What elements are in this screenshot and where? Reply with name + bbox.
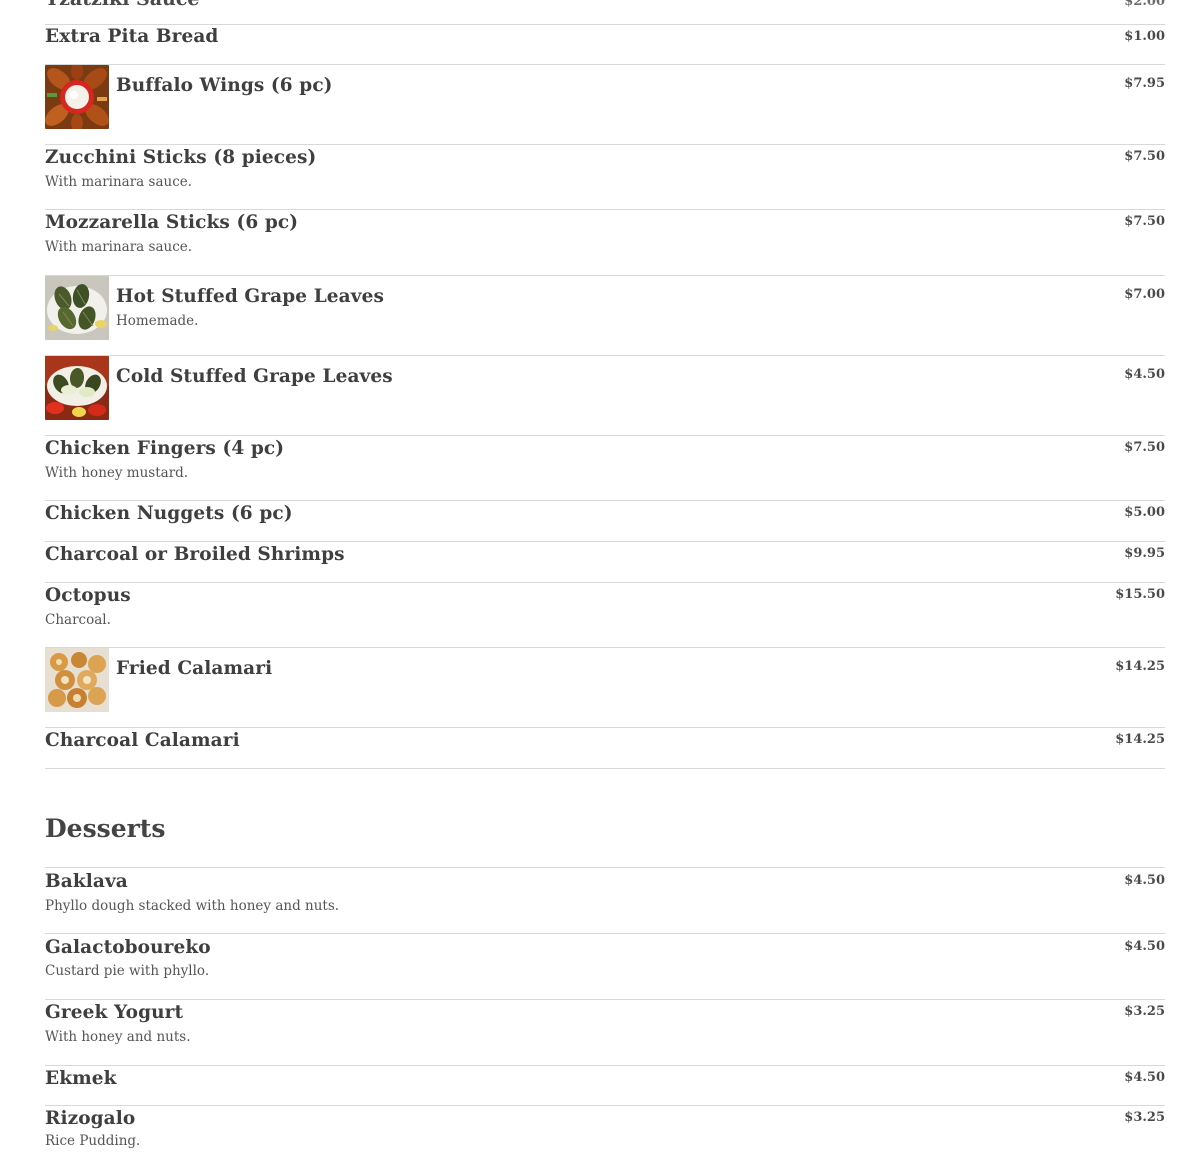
menu-item[interactable]: Galactoboureko Custard pie with phyllo. … <box>45 935 1165 1000</box>
menu-item[interactable]: Rizogalo Rice Pudding. $3.25 <box>45 1106 1165 1166</box>
item-price: $9.95 <box>1124 546 1165 561</box>
item-name: Galactoboureko <box>45 937 211 958</box>
item-price: $3.25 <box>1124 1110 1165 1125</box>
item-price: $2.00 <box>1124 0 1165 9</box>
item-description: Phyllo dough stacked with honey and nuts… <box>45 898 340 914</box>
menu-item[interactable]: Hot Stuffed Grape Leaves Homemade. $7.00 <box>45 276 1165 356</box>
item-name: Greek Yogurt <box>45 1002 184 1023</box>
item-price: $15.50 <box>1115 587 1165 602</box>
item-price: $5.00 <box>1124 505 1165 520</box>
cold-grape-leaves-photo <box>45 356 109 420</box>
item-name: Chicken Nuggets (6 pc) <box>45 503 293 524</box>
menu-item[interactable]: Zucchini Sticks (8 pieces) With marinara… <box>45 145 1165 210</box>
fried-calamari-photo <box>45 648 109 712</box>
item-price: $4.50 <box>1124 939 1165 954</box>
menu-item[interactable]: Greek Yogurt With honey and nuts. $3.25 <box>45 1000 1165 1066</box>
item-description: With marinara sauce. <box>45 174 193 190</box>
item-price: $4.50 <box>1124 367 1165 382</box>
item-name: Chicken Fingers (4 pc) <box>45 438 285 459</box>
menu-item-partial[interactable]: Tzatziki Sauce $2.00 <box>45 0 1165 25</box>
item-name: Cold Stuffed Grape Leaves <box>116 366 393 387</box>
hot-grape-leaves-photo <box>45 276 109 340</box>
item-name: Baklava <box>45 871 128 892</box>
section-divider <box>45 867 1165 868</box>
item-name: Tzatziki Sauce <box>45 0 200 10</box>
item-price: $7.50 <box>1124 214 1165 229</box>
section-title-desserts: Desserts <box>45 814 166 843</box>
item-name: Fried Calamari <box>116 658 273 679</box>
item-name: Buffalo Wings (6 pc) <box>116 75 333 96</box>
item-price: $7.50 <box>1124 149 1165 164</box>
menu-item[interactable]: Baklava Phyllo dough stacked with honey … <box>45 869 1165 934</box>
menu-item[interactable]: Cold Stuffed Grape Leaves $4.50 <box>45 356 1165 436</box>
item-price: $4.50 <box>1124 1070 1165 1085</box>
item-name: Ekmek <box>45 1068 117 1089</box>
menu-item[interactable]: Chicken Fingers (4 pc) With honey mustar… <box>45 436 1165 501</box>
menu-item[interactable]: Charcoal or Broiled Shrimps $9.95 <box>45 542 1165 583</box>
menu-item[interactable]: Octopus Charcoal. $15.50 <box>45 583 1165 648</box>
item-price: $3.25 <box>1124 1004 1165 1019</box>
item-price: $7.50 <box>1124 440 1165 455</box>
item-description: Custard pie with phyllo. <box>45 963 210 979</box>
item-name: Zucchini Sticks (8 pieces) <box>45 147 317 168</box>
item-description: With honey mustard. <box>45 465 189 481</box>
item-name: Rizogalo <box>45 1108 136 1129</box>
item-name: Charcoal or Broiled Shrimps <box>45 544 345 565</box>
menu-item[interactable]: Ekmek $4.50 <box>45 1066 1165 1106</box>
menu-item[interactable]: Fried Calamari $14.25 <box>45 648 1165 728</box>
item-description: With honey and nuts. <box>45 1029 191 1045</box>
item-price: $7.00 <box>1124 287 1165 302</box>
item-description: Homemade. <box>116 313 199 329</box>
item-price: $1.00 <box>1124 29 1165 44</box>
item-name: Charcoal Calamari <box>45 730 240 751</box>
item-description: With marinara sauce. <box>45 239 193 255</box>
item-name: Extra Pita Bread <box>45 26 219 47</box>
item-name: Mozzarella Sticks (6 pc) <box>45 212 299 233</box>
item-description: Charcoal. <box>45 612 111 628</box>
item-price: $14.25 <box>1115 659 1165 674</box>
item-price: $7.95 <box>1124 76 1165 91</box>
buffalo-wings-photo <box>45 65 109 129</box>
menu-item[interactable]: Charcoal Calamari $14.25 <box>45 728 1165 769</box>
item-name: Hot Stuffed Grape Leaves <box>116 286 385 307</box>
menu-item[interactable]: Chicken Nuggets (6 pc) $5.00 <box>45 501 1165 542</box>
menu-item[interactable]: Mozzarella Sticks (6 pc) With marinara s… <box>45 210 1165 276</box>
item-description: Rice Pudding. <box>45 1133 141 1149</box>
item-price: $4.50 <box>1124 873 1165 888</box>
item-name: Octopus <box>45 585 131 606</box>
item-price: $14.25 <box>1115 732 1165 747</box>
menu-item[interactable]: Buffalo Wings (6 pc) $7.95 <box>45 65 1165 145</box>
menu-item[interactable]: Extra Pita Bread $1.00 <box>45 25 1165 65</box>
